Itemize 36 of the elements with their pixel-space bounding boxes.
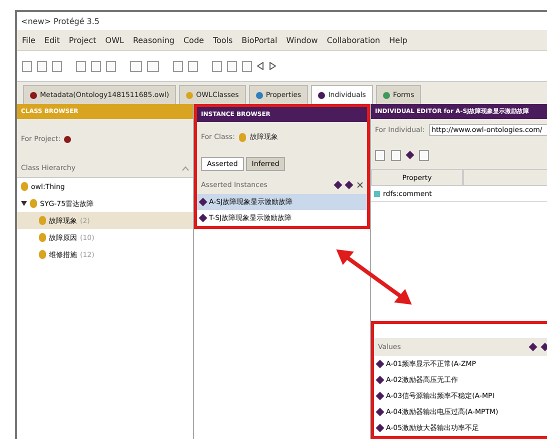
toolbar-icon[interactable] xyxy=(173,60,183,72)
toolbar-icon[interactable] xyxy=(242,60,252,72)
toolbar-icon[interactable] xyxy=(147,60,159,72)
class-icon xyxy=(238,132,246,142)
project-icon xyxy=(64,136,72,142)
back-icon[interactable] xyxy=(257,62,264,70)
toolbar-icon[interactable] xyxy=(212,60,222,72)
toolbar-icon[interactable] xyxy=(76,60,86,72)
toolbar-icon[interactable] xyxy=(106,60,116,72)
expand-triangle-icon[interactable] xyxy=(21,200,27,206)
forward-icon[interactable] xyxy=(269,62,276,70)
toolbar-icon[interactable] xyxy=(22,60,32,72)
menu-item[interactable]: Edit xyxy=(44,36,60,44)
toolbar-icon[interactable] xyxy=(227,60,237,72)
menu-item[interactable]: BioPortal xyxy=(242,36,278,44)
caret-icon[interactable] xyxy=(182,166,189,170)
toolbar-icon[interactable] xyxy=(188,60,198,72)
window-title: <new> Protégé 3.5 xyxy=(21,16,100,26)
menu-item[interactable]: Reasoning xyxy=(132,36,174,44)
toolbar-icon[interactable] xyxy=(375,150,385,160)
instance-icon[interactable] xyxy=(406,150,414,160)
toolbar-icon[interactable] xyxy=(391,150,401,160)
menu-item[interactable]: OWL xyxy=(105,36,124,44)
menu-item[interactable]: Collaboration xyxy=(326,36,380,44)
toolbar-icon[interactable] xyxy=(37,60,47,72)
toolbar-icon[interactable] xyxy=(130,60,142,72)
menu-item[interactable]: File xyxy=(22,36,36,44)
toolbar-icon[interactable] xyxy=(91,60,101,72)
menu-item[interactable]: Help xyxy=(389,36,408,44)
menu-item[interactable]: Code xyxy=(183,36,204,44)
menu-item[interactable]: Window xyxy=(286,36,318,44)
menu-item[interactable]: Tools xyxy=(212,36,233,44)
delete-icon[interactable] xyxy=(357,182,363,188)
toolbar-icon[interactable] xyxy=(419,150,429,160)
toolbar-icon[interactable] xyxy=(52,60,62,72)
menu-item[interactable]: Project xyxy=(68,36,96,44)
